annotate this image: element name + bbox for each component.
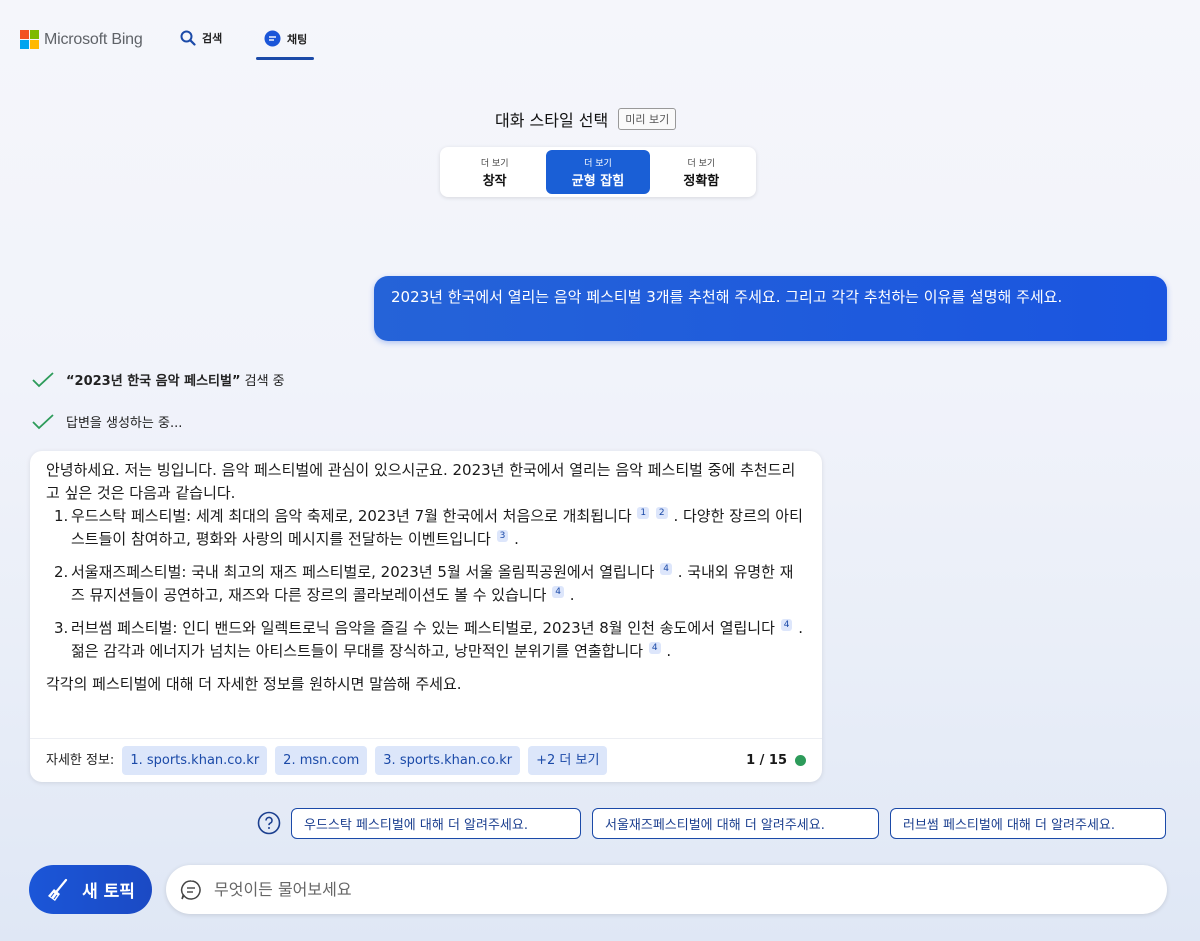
chat-bubble-icon: [180, 879, 201, 900]
citation-link[interactable]: 1: [637, 507, 650, 519]
nav-chat-label: 채팅: [287, 32, 308, 46]
nav-chat-tab[interactable]: 채팅: [264, 30, 307, 47]
answer-closing: 각각의 페스티벌에 대해 더 자세한 정보를 원하시면 말씀해 주세요.: [46, 675, 462, 693]
nav-search-label: 검색: [202, 32, 223, 45]
suggestion-chip-3[interactable]: 러브썸 페스티벌에 대해 더 알려주세요.: [890, 808, 1166, 839]
citation-link[interactable]: 4: [780, 619, 793, 631]
sources-bar: 자세한 정보: 1. sports.khan.co.kr 2. msn.com …: [30, 738, 822, 782]
citation-link[interactable]: 4: [552, 586, 564, 598]
citation-link[interactable]: 3: [496, 530, 509, 542]
style-balanced-more: 더 보기: [584, 158, 612, 169]
top-nav: Microsoft Bing 검색 채팅: [0, 0, 1200, 64]
chat-input[interactable]: [214, 880, 1114, 899]
search-status-suffix: 검색 중: [240, 374, 285, 389]
style-precise-button[interactable]: 더 보기 정확함: [650, 150, 753, 194]
festival-list: 1. 우드스탁 페스티벌: 세계 최대의 음악 축제로, 2023년 7월 한국…: [46, 505, 806, 663]
active-tab-indicator: [256, 57, 314, 60]
preview-badge: 미리 보기: [618, 108, 677, 130]
style-balanced-label: 균형 잡힘: [571, 173, 625, 189]
check-icon: [32, 413, 54, 429]
user-message-bubble: 2023년 한국에서 열리는 음악 페스티벌 3개를 추천해 주세요. 그리고 …: [374, 276, 1167, 341]
list-item: 2. 서울재즈페스티벌: 국내 최고의 재즈 페스티벌로, 2023년 5월 서…: [54, 563, 794, 604]
search-status: “2023년 한국 음악 페스티벌” 검색 중: [32, 370, 285, 389]
list-item: 3. 러브썸 페스티벌: 인디 밴드와 일렉트로닉 음악을 즐길 수 있는 페스…: [54, 619, 803, 660]
style-creative-label: 창작: [482, 173, 507, 189]
status-dot-icon: [795, 755, 806, 766]
source-link-3[interactable]: 3. sports.khan.co.kr: [375, 746, 521, 775]
style-precise-label: 정확함: [683, 173, 720, 189]
check-icon: [32, 371, 54, 387]
style-creative-more: 더 보기: [480, 158, 509, 169]
style-creative-button[interactable]: 더 보기 창작: [443, 150, 546, 194]
style-selector-title: 대화 스타일 선택 미리 보기: [495, 107, 677, 131]
citation-link[interactable]: 2: [655, 507, 668, 519]
generating-status: 답변을 생성하는 중...: [32, 412, 182, 431]
citation-link[interactable]: 4: [660, 563, 672, 575]
suggestion-chip-1[interactable]: 우드스탁 페스티벌에 대해 더 알려주세요.: [291, 808, 581, 839]
brand-name: Microsoft Bing: [44, 30, 143, 48]
generating-status-text: 답변을 생성하는 중...: [66, 416, 183, 431]
answer-intro: 안녕하세요. 저는 빙입니다. 음악 페스티벌에 관심이 있으시군요. 2023…: [46, 461, 796, 502]
style-balanced-button[interactable]: 더 보기 균형 잡힘: [546, 150, 650, 194]
new-topic-label: 새 토픽: [82, 882, 135, 902]
search-query-text: “2023년 한국 음악 페스티벌”: [66, 374, 241, 389]
chat-icon: [264, 30, 281, 47]
list-item: 1. 우드스탁 페스티벌: 세계 최대의 음악 축제로, 2023년 7월 한국…: [54, 507, 803, 548]
bot-answer-card: 안녕하세요. 저는 빙입니다. 음악 페스티벌에 관심이 있으시군요. 2023…: [30, 451, 822, 782]
style-precise-more: 더 보기: [687, 158, 716, 169]
turn-counter: 1 / 15: [746, 749, 806, 772]
more-sources-button[interactable]: +2 더 보기: [528, 746, 608, 775]
citation-link[interactable]: 4: [648, 642, 661, 654]
bing-logo[interactable]: Microsoft Bing: [20, 30, 143, 49]
question-help-icon[interactable]: [257, 811, 281, 835]
chat-composer[interactable]: [166, 865, 1167, 914]
new-topic-button[interactable]: 새 토픽: [29, 865, 152, 914]
microsoft-logo-icon: [20, 30, 39, 49]
broom-icon: [48, 878, 68, 901]
source-link-2[interactable]: 2. msn.com: [275, 746, 368, 775]
style-title-text: 대화 스타일 선택: [495, 111, 609, 130]
conversation-style-picker: 더 보기 창작 더 보기 균형 잡힘 더 보기 정확함: [440, 147, 756, 197]
search-icon: [180, 30, 196, 46]
source-link-1[interactable]: 1. sports.khan.co.kr: [122, 746, 268, 775]
suggestion-chip-2[interactable]: 서울재즈페스티벌에 대해 더 알려주세요.: [592, 808, 879, 839]
sources-label: 자세한 정보:: [46, 753, 115, 768]
turn-counter-text: 1 / 15: [746, 753, 787, 768]
nav-search-tab[interactable]: 검색: [180, 30, 222, 46]
